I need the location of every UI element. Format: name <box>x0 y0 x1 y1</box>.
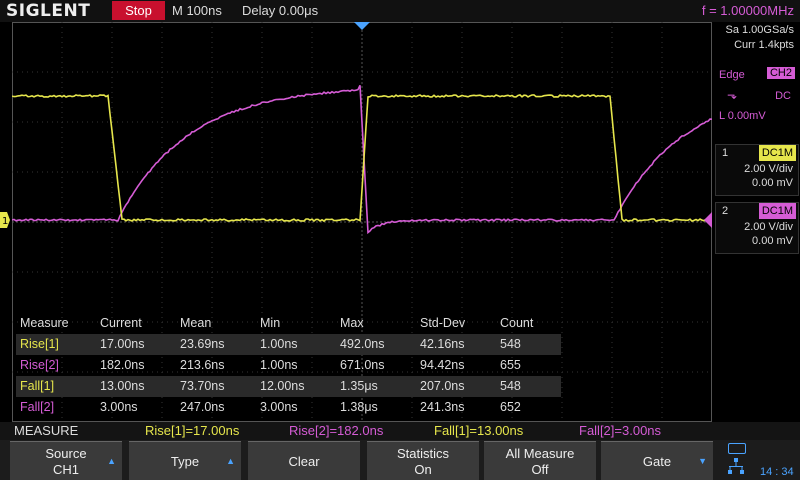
softkey-value: CH1 <box>10 462 122 477</box>
ch1-offset: 0.00 mV <box>752 177 793 189</box>
table-cell: 1.38μs <box>340 400 378 414</box>
table-row: Fall[2] 3.00ns 247.0ns 3.00ns 1.38μs 241.3ns 6… <box>16 397 561 418</box>
softkey-menu: Source CH1 ▲ Type ▲ Clear Statistics On … <box>0 440 800 480</box>
brand-logo: SIGLENT <box>6 1 90 21</box>
table-row: Rise[2] 182.0ns 213.6ns 1.00ns 671.0ns 94.42n… <box>16 355 561 376</box>
trigger-level: L 0.00mV <box>719 110 766 122</box>
table-cell: 3.00ns <box>260 400 298 414</box>
usb-icon <box>728 443 746 454</box>
table-cell: 652 <box>500 400 521 414</box>
softkey-value: Off <box>484 462 596 477</box>
table-cell: 1.00ns <box>260 337 298 351</box>
table-cell: 207.0ns <box>420 379 464 393</box>
up-arrow-icon: ▲ <box>107 456 116 466</box>
table-header-row: Measure Current Mean Min Max Std-Dev Cou… <box>16 313 561 334</box>
ch2-coupling: DC1M <box>759 203 796 219</box>
table-cell: 13.00ns <box>100 379 144 393</box>
timebase-readout[interactable]: M 100ns <box>172 3 222 18</box>
table-cell: 3.00ns <box>100 400 138 414</box>
trigger-coupling: DC <box>775 90 791 102</box>
ch1-offset-marker[interactable]: 1 <box>0 212 10 228</box>
header-current: Current <box>100 316 142 330</box>
measure-bar-item: Fall[2]=3.00ns <box>579 423 661 438</box>
measure-name: Rise[2] <box>20 358 59 372</box>
header-mean: Mean <box>180 316 211 330</box>
header-min: Min <box>260 316 280 330</box>
header-std-dev: Std-Dev <box>420 316 465 330</box>
clear-softkey[interactable]: Clear <box>248 441 360 480</box>
sample-rate: Sa 1.00GSa/s <box>726 24 795 36</box>
table-cell: 548 <box>500 379 521 393</box>
measure-bar-title: MEASURE <box>14 423 78 438</box>
softkey-value: On <box>367 462 479 477</box>
ch1-coupling: DC1M <box>759 145 796 161</box>
table-cell: 247.0ns <box>180 400 224 414</box>
trigger-type: Edge <box>719 69 745 81</box>
down-arrow-icon: ▼ <box>698 456 707 466</box>
table-cell: 12.00ns <box>260 379 304 393</box>
softkey-label: Clear <box>248 454 360 469</box>
table-cell: 17.00ns <box>100 337 144 351</box>
table-cell: 548 <box>500 337 521 351</box>
softkey-label: Source <box>10 446 122 461</box>
top-status-bar: SIGLENT Stop M 100ns Delay 0.00μs f = 1.… <box>0 0 800 22</box>
table-cell: 671.0ns <box>340 358 384 372</box>
softkey-label: Type <box>129 454 241 469</box>
statistics-softkey[interactable]: Statistics On <box>367 441 479 480</box>
measure-summary-bar: MEASURE Rise[1]=17.00ns Rise[2]=182.0ns … <box>0 422 800 440</box>
softkey-label: Statistics <box>367 446 479 461</box>
trigger-source: CH2 <box>767 67 795 79</box>
table-cell: 655 <box>500 358 521 372</box>
table-cell: 23.69ns <box>180 337 224 351</box>
source-softkey[interactable]: Source CH1 ▲ <box>10 441 122 480</box>
run-stop-indicator[interactable]: Stop <box>112 1 165 20</box>
falling-edge-icon: ⬎ <box>727 88 737 102</box>
table-cell: 1.35μs <box>340 379 378 393</box>
ch1-info-box[interactable]: 1 DC1M 2.00 V/div 0.00 mV <box>715 144 799 196</box>
frequency-counter: f = 1.00000MHz <box>702 3 794 18</box>
svg-text:1: 1 <box>2 216 8 227</box>
softkey-label: Gate <box>601 454 713 469</box>
ch2-scale: 2.00 V/div <box>744 221 793 233</box>
header-count: Count <box>500 316 533 330</box>
header-measure: Measure <box>20 316 69 330</box>
memory-depth: Curr 1.4kpts <box>734 39 794 51</box>
gate-softkey[interactable]: Gate ▼ <box>601 441 713 480</box>
table-cell: 73.70ns <box>180 379 224 393</box>
ch2-info-box[interactable]: 2 DC1M 2.00 V/div 0.00 mV <box>715 202 799 254</box>
right-info-panel: Sa 1.00GSa/s Curr 1.4kpts Edge CH2 ⬎ DC … <box>712 22 800 422</box>
ch2-offset: 0.00 mV <box>752 235 793 247</box>
table-cell: 241.3ns <box>420 400 464 414</box>
clock: 14 : 34 <box>760 466 794 478</box>
measure-bar-item: Rise[2]=182.0ns <box>289 423 383 438</box>
softkey-label: All Measure <box>484 446 596 461</box>
ch1-number: 1 <box>716 145 734 161</box>
table-cell: 1.00ns <box>260 358 298 372</box>
table-row: Fall[1] 13.00ns 73.70ns 12.00ns 1.35μs 207.0n… <box>16 376 561 397</box>
all-measure-softkey[interactable]: All Measure Off <box>484 441 596 480</box>
header-max: Max <box>340 316 364 330</box>
table-cell: 182.0ns <box>100 358 144 372</box>
ch2-number: 2 <box>716 203 734 219</box>
type-softkey[interactable]: Type ▲ <box>129 441 241 480</box>
measure-name: Fall[2] <box>20 400 54 414</box>
up-arrow-icon: ▲ <box>226 456 235 466</box>
table-cell: 213.6ns <box>180 358 224 372</box>
trigger-panel[interactable]: Edge CH2 ⬎ DC L 0.00mV <box>715 64 797 144</box>
network-icon <box>728 458 744 476</box>
table-row: Rise[1] 17.00ns 23.69ns 1.00ns 492.0ns 42.16n… <box>16 334 561 355</box>
measure-bar-item: Fall[1]=13.00ns <box>434 423 523 438</box>
measure-name: Rise[1] <box>20 337 59 351</box>
ch1-scale: 2.00 V/div <box>744 163 793 175</box>
measure-bar-item: Rise[1]=17.00ns <box>145 423 239 438</box>
measurement-statistics-table: Measure Current Mean Min Max Std-Dev Cou… <box>16 313 561 418</box>
table-cell: 94.42ns <box>420 358 464 372</box>
table-cell: 42.16ns <box>420 337 464 351</box>
table-cell: 492.0ns <box>340 337 384 351</box>
measure-name: Fall[1] <box>20 379 54 393</box>
delay-readout[interactable]: Delay 0.00μs <box>242 3 318 18</box>
